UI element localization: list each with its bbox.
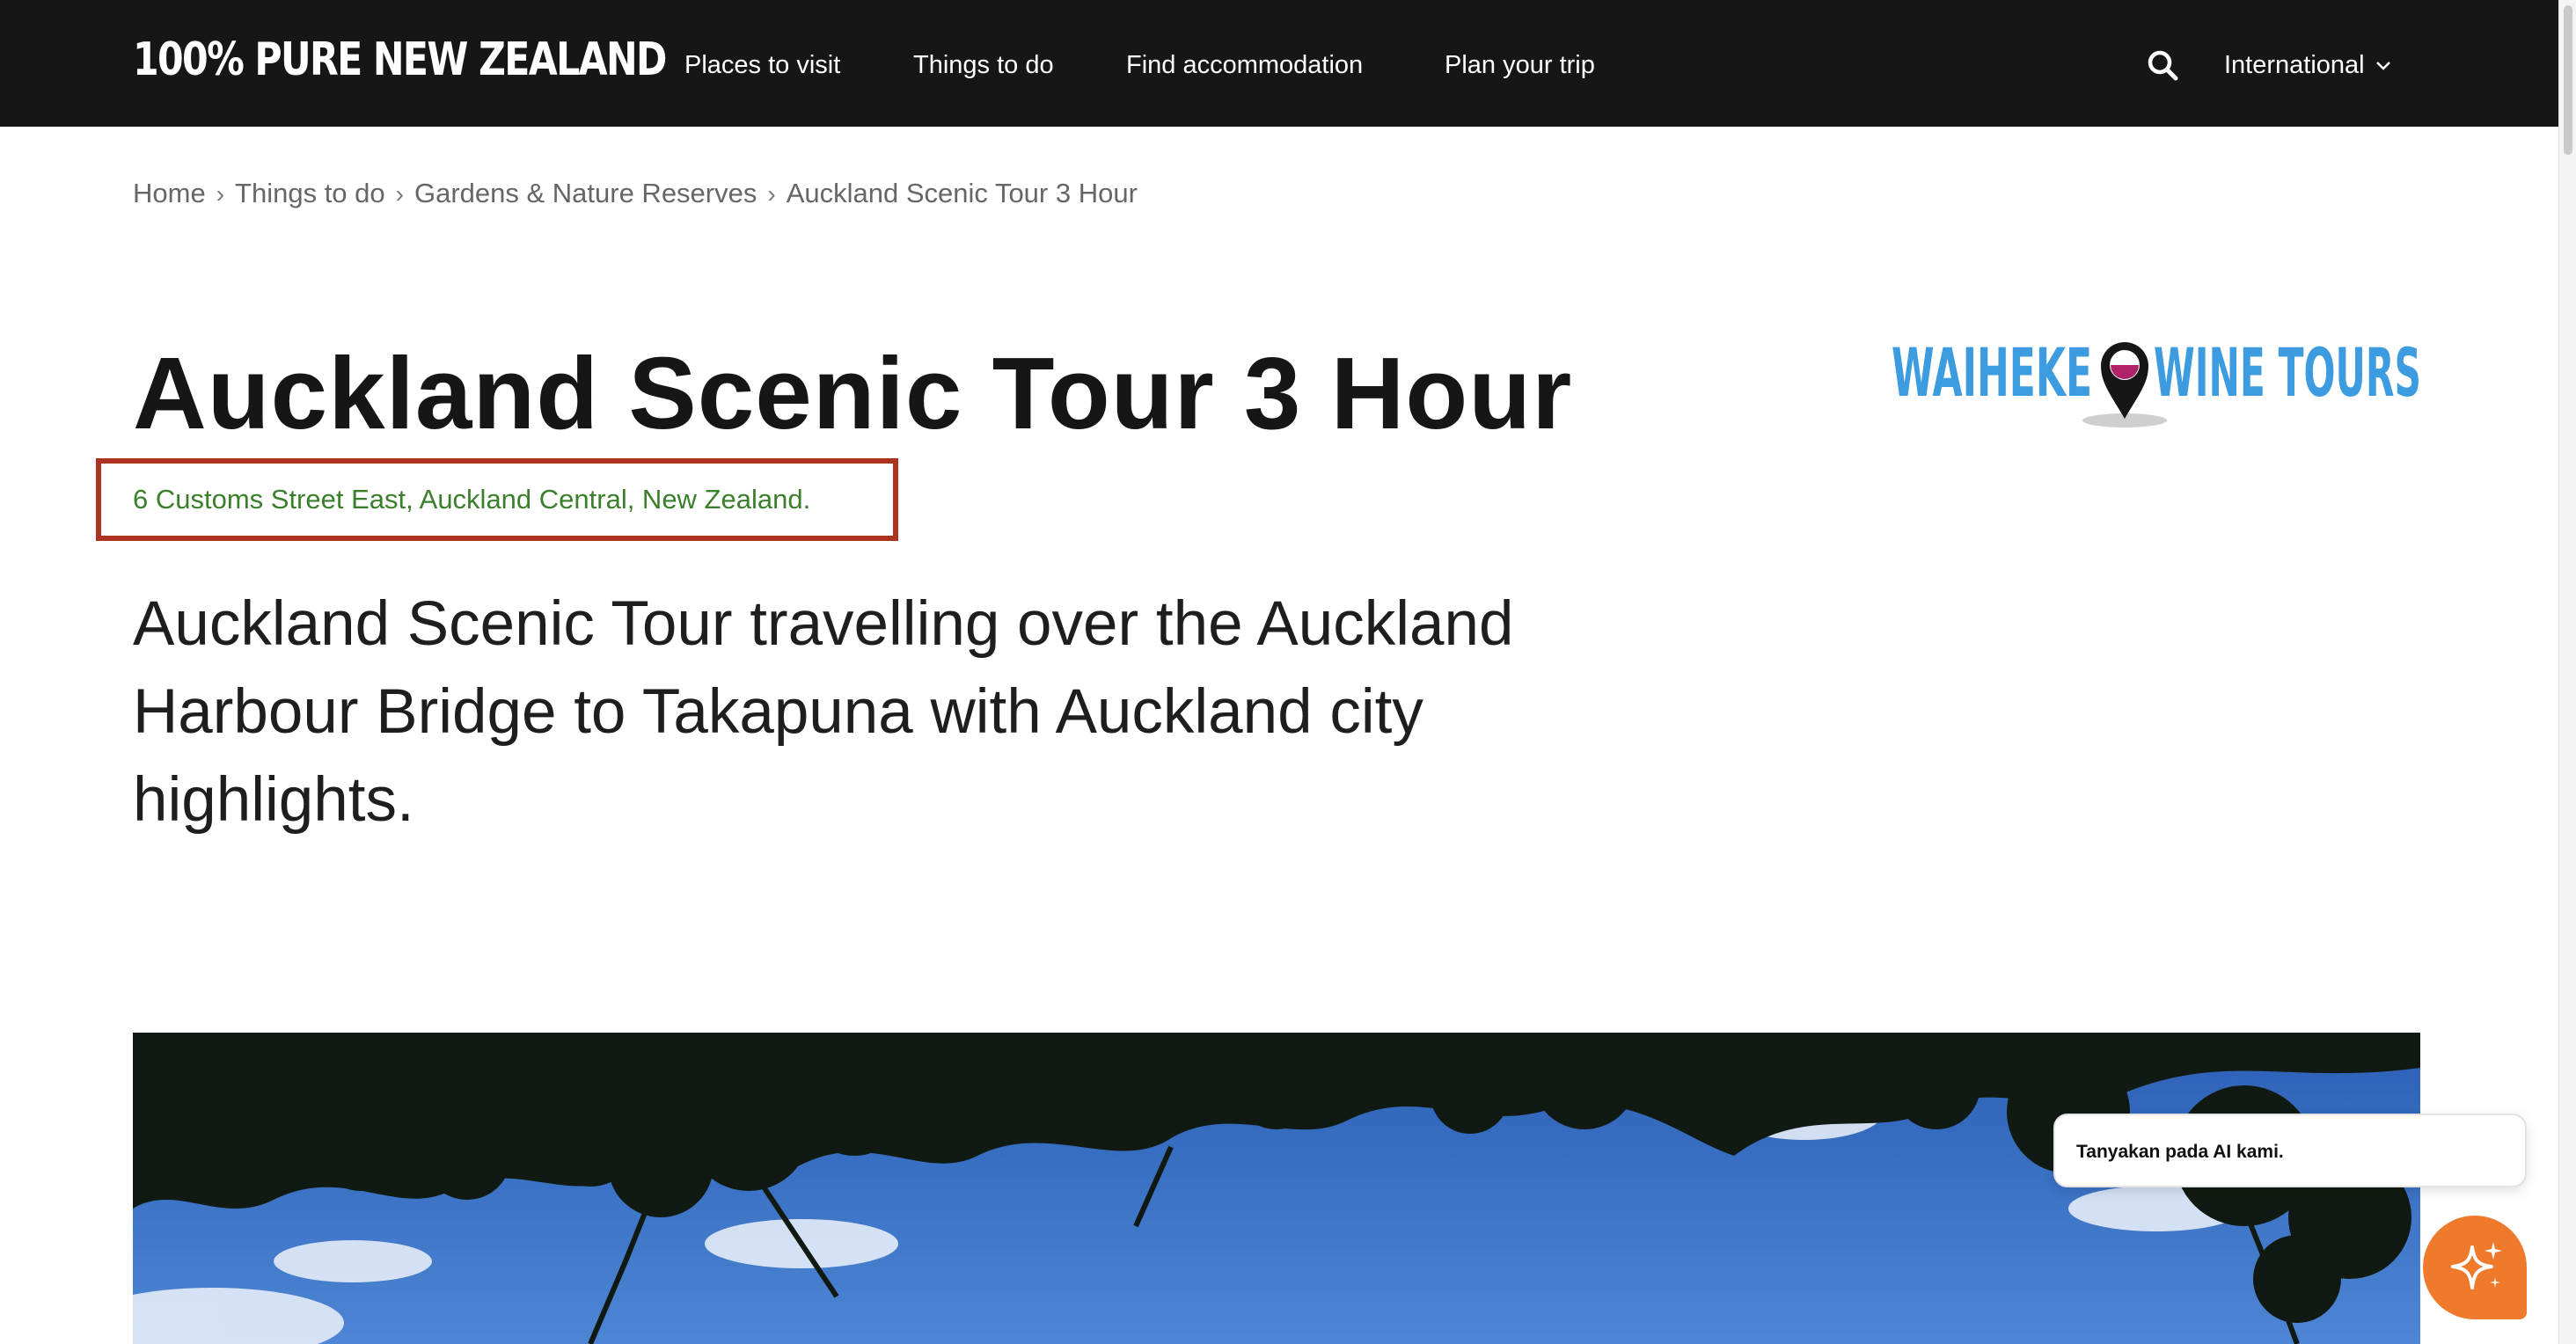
nav-things-to-do[interactable]: Things to do bbox=[913, 47, 1054, 83]
breadcrumb-separator: › bbox=[216, 180, 225, 208]
operator-logo-left-text: WAIHEKE bbox=[1892, 333, 2092, 412]
site-logo[interactable]: 100% PURE NEW ZEALAND bbox=[133, 33, 667, 86]
top-navigation: 100% PURE NEW ZEALAND Places to visit Th… bbox=[0, 0, 2558, 127]
region-selector[interactable]: International bbox=[2224, 47, 2391, 83]
page-title: Auckland Scenic Tour 3 Hour bbox=[133, 336, 1573, 450]
scrollbar-thumb[interactable] bbox=[2564, 5, 2572, 155]
nav-places-to-visit[interactable]: Places to visit bbox=[684, 47, 840, 83]
chevron-down-icon bbox=[2375, 62, 2390, 71]
search-icon[interactable] bbox=[2147, 49, 2178, 81]
ai-chat-button[interactable] bbox=[2423, 1216, 2527, 1319]
nav-plan-your-trip[interactable]: Plan your trip bbox=[1445, 47, 1595, 83]
breadcrumb: Home › Things to do › Gardens & Nature Reser… bbox=[133, 174, 1138, 213]
page-scrollbar[interactable] bbox=[2558, 0, 2576, 1344]
breadcrumb-separator: › bbox=[767, 180, 776, 208]
breadcrumb-home[interactable]: Home bbox=[133, 178, 206, 208]
nav-find-accommodation[interactable]: Find accommodation bbox=[1126, 47, 1363, 83]
ai-chat-prompt[interactable]: Tanyakan pada AI kami. bbox=[2053, 1114, 2527, 1187]
ai-chat-prompt-text: Tanyakan pada AI kami. bbox=[2076, 1142, 2284, 1162]
operator-logo-right-text: WINE TOURS bbox=[2154, 333, 2421, 412]
region-label: International bbox=[2224, 51, 2365, 79]
breadcrumb-gardens[interactable]: Gardens & Nature Reserves bbox=[414, 178, 757, 208]
breadcrumb-things-to-do[interactable]: Things to do bbox=[235, 178, 385, 208]
listing-address[interactable]: 6 Customs Street East, Auckland Central,… bbox=[133, 480, 810, 519]
breadcrumb-separator: › bbox=[395, 180, 404, 208]
listing-description: Auckland Scenic Tour travelling over the… bbox=[133, 589, 1514, 835]
breadcrumb-current: Auckland Scenic Tour 3 Hour bbox=[786, 178, 1138, 208]
sparkle-icon bbox=[2451, 1242, 2502, 1289]
operator-logo[interactable]: WAIHEKE WINE TOURS bbox=[1892, 332, 2423, 429]
